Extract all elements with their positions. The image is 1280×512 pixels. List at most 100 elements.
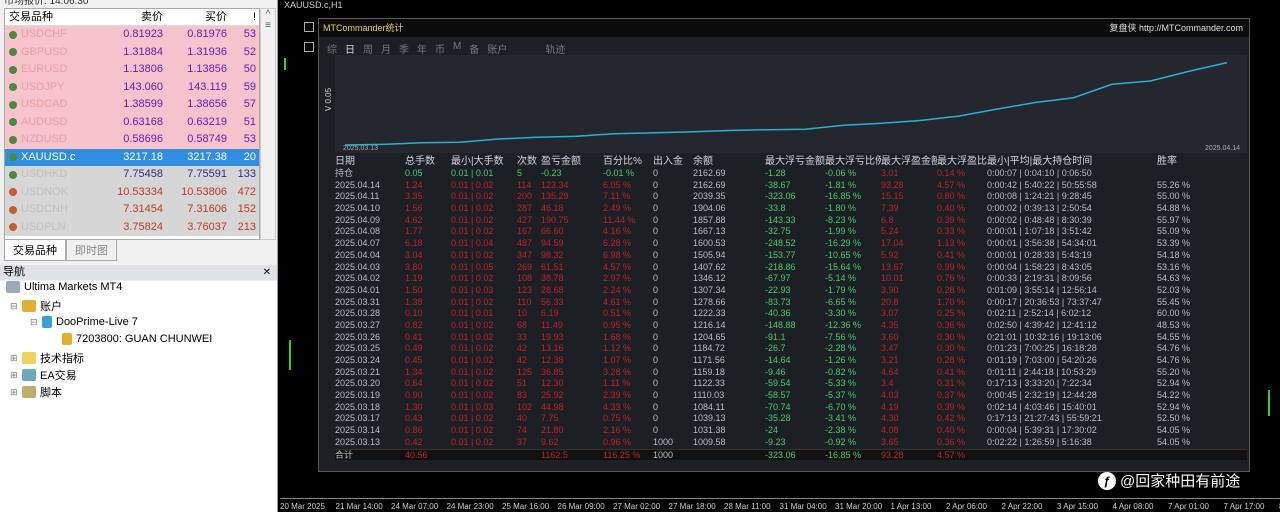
table-cell: 19.93 bbox=[541, 331, 564, 342]
nav-item-accounts[interactable]: ⊟ 账户 bbox=[10, 298, 62, 314]
stats-tab[interactable]: M bbox=[453, 41, 461, 56]
market-watch-row[interactable]: USDPLN 3.75824 3.76037 213 bbox=[5, 218, 259, 236]
table-cell: 10 bbox=[517, 308, 528, 319]
market-watch-row[interactable]: XAUUSD.c 3217.18 3217.38 20 bbox=[5, 148, 259, 166]
nav-item-experts[interactable]: ⊞ EA交易 bbox=[10, 367, 77, 383]
market-watch-row[interactable]: AUDUSD 0.63168 0.63219 51 bbox=[5, 113, 259, 131]
col-ask[interactable]: 买价 bbox=[167, 9, 231, 25]
table-cell: -16.85 % bbox=[825, 191, 862, 202]
stats-tab[interactable]: 日 bbox=[345, 41, 355, 56]
time-axis: 20 Mar 2025 21 Mar 14:00 24 Mar 07:00 24 Ma… bbox=[280, 498, 1280, 512]
table-cell: 54.63 % bbox=[1157, 273, 1191, 284]
table-cell: 0.80 % bbox=[937, 191, 966, 202]
table-cell: 2025.04.08 bbox=[335, 226, 381, 237]
stats-tab[interactable]: 年 bbox=[417, 41, 427, 56]
table-cell: 0.28 % bbox=[937, 355, 966, 365]
stats-title: MTCommander统计 bbox=[323, 23, 404, 33]
table-cell: 6.05 % bbox=[603, 179, 632, 190]
table-cell: -323.06 bbox=[765, 449, 796, 460]
stats-tab[interactable]: 备 bbox=[469, 41, 479, 56]
stats-tab[interactable]: 月 bbox=[381, 41, 391, 56]
table-cell: 1.56 bbox=[405, 203, 423, 214]
table-cell: 7.11 % bbox=[603, 191, 631, 202]
stats-tab[interactable]: 币 bbox=[435, 41, 445, 56]
expand-icon[interactable]: ⊞ bbox=[10, 353, 18, 364]
market-watch-row[interactable]: USDNOK 10.53334 10.53806 472 bbox=[5, 183, 259, 201]
nav-item-scripts[interactable]: ⊞ 脚本 bbox=[10, 384, 62, 400]
stats-tab[interactable]: 季 bbox=[399, 41, 409, 56]
table-cell: 0.95 % bbox=[603, 319, 632, 330]
table-row: 2025.03.28 0.10 0.01 | 0.01 10 6.19 0.51 % 0 12… bbox=[335, 308, 1247, 320]
nav-item-indicators[interactable]: ⊞ 技术指标 bbox=[10, 350, 84, 366]
brand-link[interactable]: 复盘侠 http://MTCommander.com bbox=[1109, 23, 1243, 33]
minimize-button[interactable] bbox=[304, 22, 314, 32]
symbol-arrow-icon bbox=[9, 65, 17, 74]
market-watch-row[interactable]: NZDUSD 0.58696 0.58749 53 bbox=[5, 131, 259, 149]
symbol-arrow-icon bbox=[9, 48, 17, 57]
nav-item-account[interactable]: 7203800: GUAN CHUNWEI bbox=[62, 333, 212, 345]
table-cell: 2025.04.10 bbox=[335, 203, 381, 214]
table-cell: 2025.03.13 bbox=[335, 436, 381, 447]
market-watch-row[interactable]: USDJPY 143.060 143.119 59 bbox=[5, 78, 259, 96]
market-watch-row[interactable]: USDCHF 0.81923 0.81976 53 bbox=[5, 26, 259, 44]
stats-tab[interactable]: 账户 bbox=[487, 41, 507, 56]
table-cell: -35.28 bbox=[765, 413, 791, 424]
expand-icon[interactable]: ⊞ bbox=[10, 370, 18, 381]
collapse-icon[interactable]: ⊟ bbox=[30, 317, 38, 328]
table-cell: 0 bbox=[653, 273, 659, 284]
tab-symbols[interactable]: 交易品种 bbox=[4, 240, 66, 261]
nav-item-server[interactable]: ⊟ DooPrime-Live 7 bbox=[30, 316, 138, 328]
table-cell: 0 bbox=[653, 413, 659, 424]
table-cell: -218.86 bbox=[765, 261, 796, 272]
market-watch-row[interactable]: USDCAD 1.38599 1.38656 57 bbox=[5, 96, 259, 114]
table-cell: 0.01 | 0.02 bbox=[451, 296, 494, 307]
table-cell: 1.77 bbox=[405, 226, 423, 237]
ask-cell: 1.38656 bbox=[187, 98, 227, 110]
col-spread[interactable]: ! bbox=[231, 9, 259, 25]
expand-icon[interactable]: ⊞ bbox=[10, 387, 18, 398]
table-cell: 2025.04.09 bbox=[335, 214, 381, 225]
table-cell: 最小|平均|最大持仓时间 bbox=[987, 156, 1093, 167]
table-cell: 3.65 bbox=[881, 436, 899, 447]
table-cell: -1.28 bbox=[765, 168, 786, 178]
col-symbol[interactable]: 交易品种 bbox=[5, 9, 103, 25]
table-cell: 55.97 % bbox=[1157, 214, 1191, 225]
table-cell: -143.33 bbox=[765, 214, 796, 225]
table-cell: 269 bbox=[517, 261, 533, 272]
market-watch-row[interactable]: EURUSD 1.13806 1.13856 50 bbox=[5, 61, 259, 79]
col-bid[interactable]: 卖价 bbox=[103, 9, 167, 25]
table-cell: 54.05 % bbox=[1157, 436, 1191, 447]
market-watch-row[interactable]: GBPUSD 1.31884 1.31936 52 bbox=[5, 43, 259, 61]
spread-cell: 472 bbox=[237, 185, 256, 198]
nav-label: DooPrime-Live 7 bbox=[56, 316, 138, 328]
symbol-arrow-icon bbox=[9, 153, 17, 162]
table-cell: 0 bbox=[653, 168, 659, 178]
table-cell: 0.30 % bbox=[937, 343, 966, 354]
stats-tab[interactable]: 综 bbox=[327, 41, 337, 56]
stats-tab[interactable]: 轨迹 bbox=[545, 41, 565, 56]
collapse-icon[interactable]: ⊟ bbox=[10, 301, 18, 312]
settings-button[interactable] bbox=[304, 42, 314, 52]
close-icon[interactable]: ✕ bbox=[263, 265, 271, 280]
table-cell: 4.19 bbox=[881, 401, 899, 412]
symbol-name: USDHKD bbox=[21, 168, 68, 180]
table-cell: -14.64 bbox=[765, 355, 791, 365]
nav-label: 技术指标 bbox=[40, 353, 84, 365]
table-cell: 0.43 bbox=[405, 413, 423, 424]
nav-item-broker[interactable]: Ultima Markets MT4 bbox=[6, 281, 122, 293]
terminal-icon bbox=[6, 281, 20, 293]
market-watch-row[interactable]: USDCNH 7.31454 7.31606 152 bbox=[5, 201, 259, 219]
tab-tick-chart[interactable]: 即时图 bbox=[66, 240, 117, 261]
stats-tab[interactable]: 周 bbox=[363, 41, 373, 56]
stats-table: 日期 总手数 最小|大手数 次数 盈亏金额 百分比% 出入金 余额 最大浮亏金额 最大浮亏比例 最大… bbox=[335, 155, 1247, 461]
bid-cell: 3217.18 bbox=[123, 150, 163, 163]
table-cell: 2.49 % bbox=[603, 203, 632, 214]
table-cell: 7.75 bbox=[541, 413, 559, 424]
market-watch-row[interactable]: USDHKD 7.75458 7.75591 133 bbox=[5, 166, 259, 184]
table-cell: 1039.13 bbox=[693, 413, 726, 424]
chart-window[interactable]: XAUUSD.c,H1 MTCommander统计 复盘侠 http://MTC… bbox=[280, 0, 1280, 512]
nav-label: EA交易 bbox=[40, 370, 77, 382]
market-watch-scrollbar[interactable]: ^ ≡ bbox=[260, 8, 276, 240]
ask-cell: 0.81976 bbox=[187, 28, 227, 40]
table-cell: 0.01 | 0.02 bbox=[451, 436, 494, 447]
